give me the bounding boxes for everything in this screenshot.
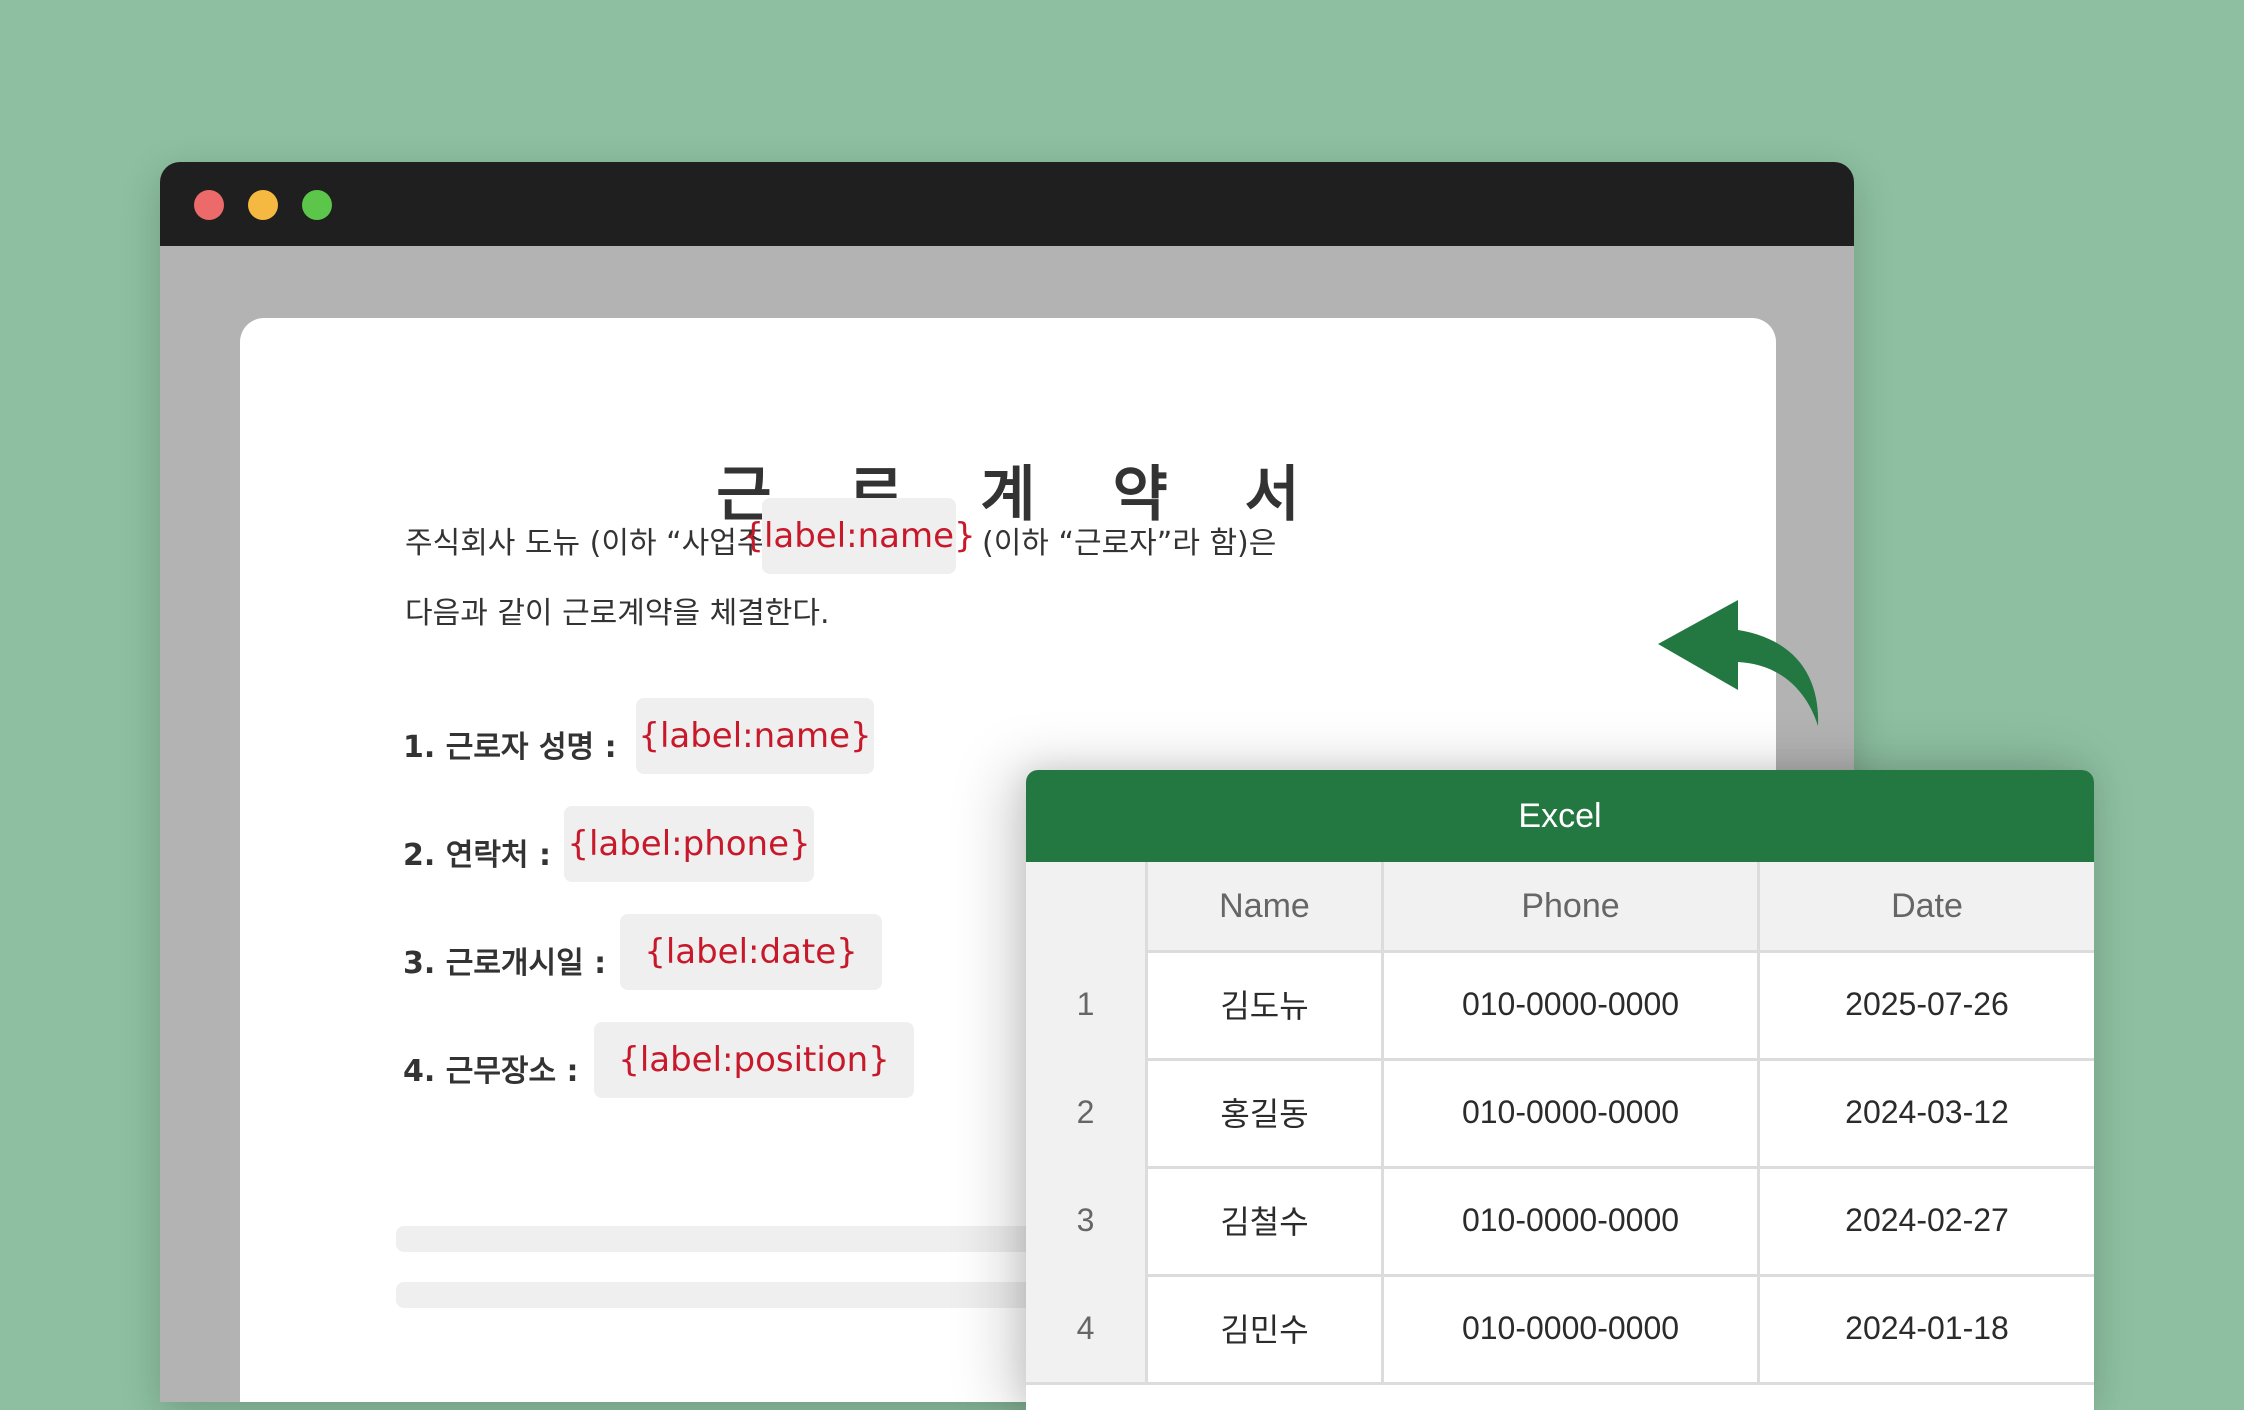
table-row[interactable]: 2 홍길동 010-0000-0000 2024-03-12 [1026, 1058, 2094, 1169]
close-window-button[interactable] [194, 190, 224, 220]
intro-name-placeholder[interactable]: {label:name} [742, 498, 976, 574]
row-index: 1 [1026, 950, 1148, 1058]
cell-date[interactable]: 2024-02-27 [1760, 1166, 2094, 1274]
column-header-index [1026, 862, 1148, 950]
cell-name[interactable]: 김도뉴 [1148, 950, 1384, 1058]
field-label-position: 4. 근무장소 : [403, 1054, 579, 1089]
table-row[interactable]: 3 김철수 010-0000-0000 2024-02-27 [1026, 1166, 2094, 1277]
table-row[interactable]: 1 김도뉴 010-0000-0000 2025-07-26 [1026, 950, 2094, 1061]
row-index: 2 [1026, 1058, 1148, 1166]
cell-name[interactable]: 김철수 [1148, 1166, 1384, 1274]
cell-date[interactable]: 2025-07-26 [1760, 950, 2094, 1058]
table-row[interactable]: 4 김민수 010-0000-0000 2024-01-18 [1026, 1274, 2094, 1385]
excel-panel-title: Excel [1026, 770, 2094, 862]
column-header-name[interactable]: Name [1148, 862, 1384, 950]
cell-name[interactable]: 김민수 [1148, 1274, 1384, 1382]
field-placeholder-position[interactable]: {label:position} [594, 1022, 914, 1098]
curved-return-arrow-icon [1658, 600, 1819, 726]
cell-phone[interactable]: 010-0000-0000 [1384, 950, 1760, 1058]
field-placeholder-name[interactable]: {label:name} [636, 698, 874, 774]
minimize-window-button[interactable] [248, 190, 278, 220]
window-titlebar [160, 162, 1854, 246]
field-label-date: 3. 근로개시일 : [403, 946, 607, 981]
table-header-row: Name Phone Date [1026, 862, 2094, 953]
intro-text-line2: 다음과 같이 근로계약을 체결한다. [405, 596, 830, 631]
cell-date[interactable]: 2024-01-18 [1760, 1274, 2094, 1382]
cell-name[interactable]: 홍길동 [1148, 1058, 1384, 1166]
cell-phone[interactable]: 010-0000-0000 [1384, 1166, 1760, 1274]
row-index: 4 [1026, 1274, 1148, 1382]
column-header-phone[interactable]: Phone [1384, 862, 1760, 950]
field-placeholder-date[interactable]: {label:date} [620, 914, 882, 990]
column-header-date[interactable]: Date [1760, 862, 2094, 950]
row-index: 3 [1026, 1166, 1148, 1274]
cell-phone[interactable]: 010-0000-0000 [1384, 1058, 1760, 1166]
skeleton-line [396, 1282, 1096, 1308]
field-label-phone: 2. 연락처 : [403, 838, 551, 873]
maximize-window-button[interactable] [302, 190, 332, 220]
excel-panel: Excel Name Phone Date 1 김도뉴 010-0000-000… [1026, 770, 2094, 1410]
cell-date[interactable]: 2024-03-12 [1760, 1058, 2094, 1166]
field-label-name: 1. 근로자 성명 : [403, 730, 617, 765]
skeleton-line [396, 1226, 1096, 1252]
intro-text-part2: (이하 “근로자”라 함)은 [982, 526, 1277, 561]
field-placeholder-phone[interactable]: {label:phone} [564, 806, 814, 882]
cell-phone[interactable]: 010-0000-0000 [1384, 1274, 1760, 1382]
